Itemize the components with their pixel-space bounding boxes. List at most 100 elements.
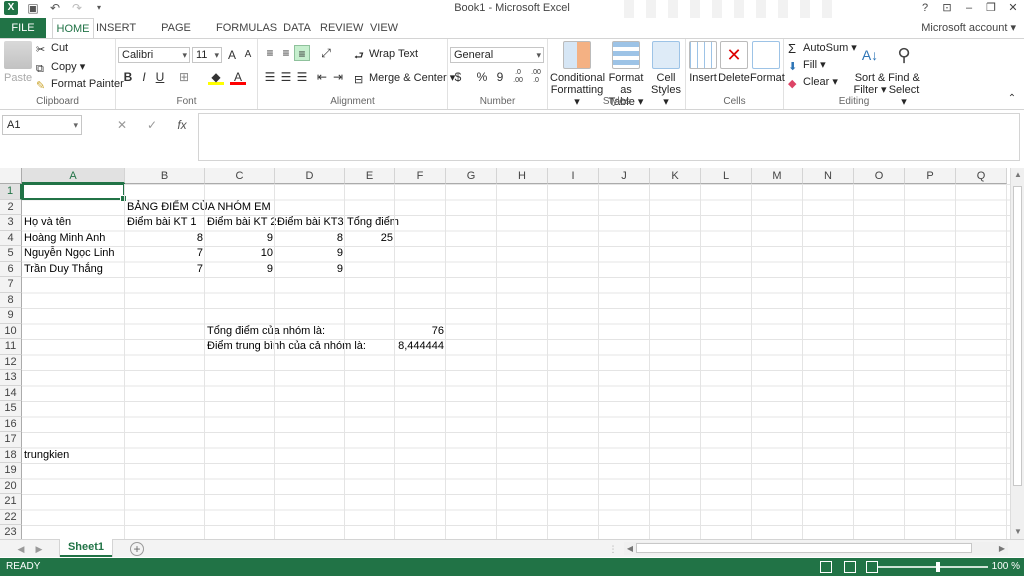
cell-f11[interactable]: 8,444444 — [395, 339, 446, 354]
column-header-h[interactable]: H — [497, 168, 548, 184]
row-header-23[interactable]: 23 — [0, 525, 22, 539]
row-header-16[interactable]: 16 — [0, 416, 22, 432]
row-header-13[interactable]: 13 — [0, 370, 22, 386]
shrink-font-icon[interactable]: A — [240, 47, 256, 63]
tab-view[interactable]: VIEW — [368, 18, 400, 38]
tab-page-layout[interactable]: PAGE LAYOUT — [142, 18, 210, 54]
page-layout-view-icon[interactable] — [844, 561, 856, 573]
tab-formulas[interactable]: FORMULAS — [216, 18, 277, 38]
insert-function-icon[interactable]: fx — [172, 115, 192, 135]
next-sheet-icon[interactable]: ▶ — [32, 540, 46, 558]
cell-b5[interactable]: 7 — [125, 246, 205, 261]
align-middle-icon[interactable]: ≡ — [278, 45, 294, 61]
column-header-b[interactable]: B — [125, 168, 205, 184]
close-button[interactable]: ✕ — [1006, 0, 1020, 16]
row-header-8[interactable]: 8 — [0, 292, 22, 308]
cell-f10[interactable]: 76 — [395, 324, 446, 339]
scroll-left-icon[interactable]: ◀ — [624, 542, 636, 555]
vertical-scrollbar[interactable]: ▲ ▼ — [1010, 168, 1024, 539]
row-header-15[interactable]: 15 — [0, 401, 22, 417]
decrease-decimal-icon[interactable]: .00 .0 — [528, 69, 544, 85]
column-header-o[interactable]: O — [854, 168, 905, 184]
account-menu[interactable]: Microsoft account ▾ — [921, 18, 1016, 38]
fill-button[interactable]: ⬇ Fill ▾ — [788, 58, 826, 73]
italic-button[interactable]: I — [136, 69, 152, 85]
cell-c3[interactable]: Điểm bài KT 2 — [205, 215, 279, 230]
cancel-icon[interactable]: ✕ — [112, 115, 132, 135]
cell-a18[interactable]: trungkien — [22, 448, 71, 463]
zoom-level[interactable]: 100 % — [992, 558, 1020, 576]
vertical-scroll-thumb[interactable] — [1013, 186, 1022, 486]
add-sheet-icon[interactable]: + — [130, 542, 144, 556]
cell-d6[interactable]: 9 — [275, 262, 345, 277]
cell-b3[interactable]: Điểm bài KT 1 — [125, 215, 199, 230]
cell-c5[interactable]: 10 — [205, 246, 275, 261]
row-header-12[interactable]: 12 — [0, 354, 22, 370]
number-format-select[interactable]: General — [450, 47, 544, 63]
column-header-l[interactable]: L — [701, 168, 752, 184]
decrease-indent-icon[interactable]: ⇤ — [314, 69, 330, 85]
wrap-text-button[interactable]: ⮐ Wrap Text — [354, 47, 418, 62]
increase-decimal-icon[interactable]: .0 .00 — [510, 69, 526, 85]
column-header-a[interactable]: A — [22, 168, 125, 184]
column-header-p[interactable]: P — [905, 168, 956, 184]
column-header-d[interactable]: D — [275, 168, 345, 184]
format-cells-button[interactable]: Format — [750, 41, 785, 84]
row-header-14[interactable]: 14 — [0, 385, 22, 401]
column-header-k[interactable]: K — [650, 168, 701, 184]
row-header-2[interactable]: 2 — [0, 199, 22, 215]
row-header-10[interactable]: 10 — [0, 323, 22, 339]
row-header-21[interactable]: 21 — [0, 494, 22, 510]
align-top-icon[interactable]: ≡ — [262, 45, 278, 61]
tab-home[interactable]: HOME — [52, 18, 94, 38]
row-header-20[interactable]: 20 — [0, 478, 22, 494]
row-header-3[interactable]: 3 — [0, 215, 22, 231]
cell-a5[interactable]: Nguyễn Ngọc Linh — [22, 246, 117, 261]
align-left-icon[interactable]: ☰ — [262, 69, 278, 85]
autosum-button[interactable]: Σ AutoSum ▾ — [788, 41, 857, 56]
select-all-corner[interactable] — [0, 168, 22, 184]
zoom-slider-thumb[interactable] — [936, 562, 940, 572]
sort-filter-button[interactable]: A↓ Sort & Filter ▾ — [852, 41, 888, 96]
tab-review[interactable]: REVIEW — [320, 18, 363, 38]
column-header-c[interactable]: C — [205, 168, 275, 184]
row-header-17[interactable]: 17 — [0, 432, 22, 448]
cell-a6[interactable]: Trần Duy Thắng — [22, 262, 105, 277]
align-right-icon[interactable]: ☰ — [294, 69, 310, 85]
normal-view-icon[interactable] — [820, 561, 832, 573]
underline-button[interactable]: U — [152, 69, 168, 85]
zoom-slider[interactable] — [878, 566, 988, 568]
column-header-m[interactable]: M — [752, 168, 803, 184]
grow-font-icon[interactable]: A — [224, 47, 240, 63]
row-header-4[interactable]: 4 — [0, 230, 22, 246]
cell-e4[interactable]: 25 — [345, 231, 395, 246]
scroll-up-icon[interactable]: ▲ — [1011, 168, 1024, 182]
cell-d5[interactable]: 9 — [275, 246, 345, 261]
cell-c6[interactable]: 9 — [205, 262, 275, 277]
tab-split-handle[interactable]: ⋮ — [606, 540, 620, 558]
cell-d4[interactable]: 8 — [275, 231, 345, 246]
cell-c4[interactable]: 9 — [205, 231, 275, 246]
horizontal-scrollbar[interactable]: ◀ ▶ — [624, 542, 1008, 555]
restore-button[interactable]: ❐ — [984, 0, 998, 16]
font-color-icon[interactable]: A — [230, 69, 246, 85]
enter-icon[interactable]: ✓ — [142, 115, 162, 135]
row-header-19[interactable]: 19 — [0, 463, 22, 479]
font-size-select[interactable]: 11 — [192, 47, 222, 63]
column-header-f[interactable]: F — [395, 168, 446, 184]
orientation-icon[interactable]: ⤢ — [318, 45, 334, 61]
column-header-j[interactable]: J — [599, 168, 650, 184]
sheet-tab-sheet1[interactable]: Sheet1 — [60, 539, 112, 557]
help-button[interactable]: ? — [918, 0, 932, 16]
row-header-18[interactable]: 18 — [0, 447, 22, 463]
percent-style-icon[interactable]: % — [474, 69, 490, 85]
clear-button[interactable]: ◆ Clear ▾ — [788, 75, 838, 90]
align-bottom-icon[interactable]: ≡ — [294, 45, 310, 61]
row-header-11[interactable]: 11 — [0, 339, 22, 355]
merge-center-button[interactable]: ⊟ Merge & Center ▾ — [354, 71, 455, 86]
delete-cells-button[interactable]: ✕ Delete — [718, 41, 750, 84]
collapse-ribbon-icon[interactable]: ⌃ — [1004, 91, 1020, 107]
row-header-9[interactable]: 9 — [0, 308, 22, 324]
row-header-22[interactable]: 22 — [0, 509, 22, 525]
tab-file[interactable]: FILE — [0, 18, 46, 38]
